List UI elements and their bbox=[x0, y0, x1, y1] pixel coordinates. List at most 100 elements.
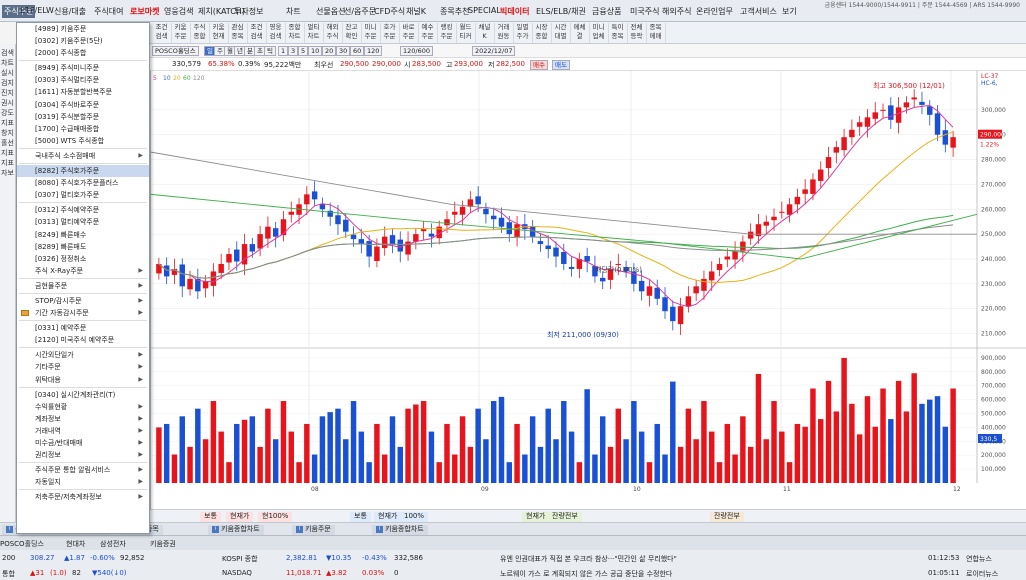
news-headline-2[interactable]: 노르웨이 가스 로 계획되지 않은 가스 공급 중단을 수정한다 bbox=[500, 569, 672, 579]
toolbar-button-21[interactable]: 시간 대별 bbox=[551, 23, 571, 43]
interval-5-button[interactable]: 5 bbox=[298, 46, 309, 56]
menu-item-15[interactable]: 빅데이터 bbox=[500, 6, 529, 17]
buy-button[interactable]: 매수 bbox=[530, 60, 548, 70]
toolbar-button-14[interactable]: 예수 주문 bbox=[418, 23, 438, 43]
menu-item-11[interactable]: CFD주식 bbox=[374, 6, 405, 17]
window-tab-4[interactable]: i 키움주문 bbox=[292, 525, 335, 535]
stock-tab-kiwoom[interactable]: 키움증권 bbox=[150, 539, 176, 549]
toolbar-button-20[interactable]: 시장 종합 bbox=[532, 23, 552, 43]
menu-item-19[interactable]: 해외주식 bbox=[662, 6, 691, 17]
window-tab-5[interactable]: i 키움종합차트 bbox=[372, 525, 428, 535]
dropdown-item-0[interactable]: [4989] 키움주문 bbox=[17, 23, 149, 35]
dropdown-item-33[interactable]: 시간외단일가 ▶ bbox=[17, 349, 149, 361]
left-strip-item-4[interactable]: 진지 bbox=[1, 88, 14, 98]
toolbar-button-6[interactable]: 영웅 검색 bbox=[266, 23, 286, 43]
dropdown-item-14[interactable]: [8282] 주식호가주문 bbox=[17, 165, 149, 178]
menu-item-16[interactable]: ELS/ELB/채권 bbox=[536, 6, 586, 17]
left-strip-item-2[interactable]: 실시 bbox=[1, 68, 14, 78]
toolbar-button-1[interactable]: 키움 주문 bbox=[171, 23, 191, 43]
toolbar-button-5[interactable]: 조건 검색 bbox=[247, 23, 267, 43]
stock-tab-samsung[interactable]: 삼성전자 bbox=[100, 539, 126, 549]
left-strip-item-12[interactable]: 자보 bbox=[1, 168, 14, 178]
dropdown-item-47[interactable]: 저축주문/저축계좌정보 ▶ bbox=[17, 491, 149, 503]
dropdown-item-39[interactable]: 계좌정보 ▶ bbox=[17, 413, 149, 425]
dropdown-item-2[interactable]: [2000] 주식종합 bbox=[17, 47, 149, 59]
interval-60-button[interactable]: 60 bbox=[350, 46, 365, 56]
left-strip-item-9[interactable]: 홀선 bbox=[1, 138, 14, 148]
dropdown-item-18[interactable]: [0312] 주식예약주문 bbox=[17, 204, 149, 216]
menu-item-22[interactable]: 보기 bbox=[782, 6, 797, 17]
dropdown-item-42[interactable]: 권리정보 ▶ bbox=[17, 449, 149, 461]
toolbar-button-25[interactable]: 전체 등락 bbox=[627, 23, 647, 43]
stock-tab-posco[interactable]: POSCO홀딩스 bbox=[0, 539, 44, 549]
dropdown-item-23[interactable]: 주식 X-Ray주문 ▶ bbox=[17, 265, 149, 277]
menu-item-17[interactable]: 금융상품 bbox=[592, 6, 621, 17]
menu-item-3[interactable]: 주식대여 bbox=[94, 6, 123, 17]
dropdown-item-10[interactable]: [5000] WTS 주식종합 bbox=[17, 135, 149, 147]
interval-10-button[interactable]: 10 bbox=[308, 46, 323, 56]
dropdown-item-5[interactable]: [0303] 주식멀티주문 bbox=[17, 74, 149, 86]
interval-20-button[interactable]: 20 bbox=[322, 46, 337, 56]
toolbar-button-15[interactable]: 랭킹 주문 bbox=[437, 23, 457, 43]
menu-item-7[interactable]: 투자정보 bbox=[234, 6, 263, 17]
dropdown-item-21[interactable]: [8289] 빠른매도 bbox=[17, 241, 149, 253]
left-strip-item-11[interactable]: 지표 bbox=[1, 158, 14, 168]
menu-item-10[interactable]: 선/옵주문 bbox=[344, 6, 376, 17]
left-strip-item-8[interactable]: 창지 bbox=[1, 128, 14, 138]
menu-item-14[interactable]: SPECIAL bbox=[468, 6, 501, 15]
dropdown-item-45[interactable]: 자동일지 ▶ bbox=[17, 476, 149, 488]
toolbar-button-23[interactable]: 미니 업체 bbox=[589, 23, 609, 43]
dropdown-item-1[interactable]: [0302] 키움주문(5단) bbox=[17, 35, 149, 47]
menu-item-2[interactable]: 신용/대출 bbox=[54, 6, 86, 17]
dropdown-item-35[interactable]: 위탁대용 ▶ bbox=[17, 374, 149, 386]
dropdown-item-27[interactable]: STOP/감시주문 ▶ bbox=[17, 295, 149, 307]
dropdown-item-31[interactable]: [2120] 미국주식 예약주문 bbox=[17, 334, 149, 346]
toolbar-button-17[interactable]: 채널 K bbox=[475, 23, 495, 43]
dropdown-item-7[interactable]: [0304] 주식바로주문 bbox=[17, 99, 149, 111]
toolbar-button-22[interactable]: 메체 결 bbox=[570, 23, 590, 43]
news-headline-1[interactable]: 유엔 인권대표가 직접 본 우크라 참상···"민간인 삶 무리했다" bbox=[500, 554, 677, 564]
dropdown-item-34[interactable]: 기타주문 ▶ bbox=[17, 361, 149, 373]
toolbar-button-7[interactable]: 종합 차트 bbox=[285, 23, 305, 43]
menu-item-18[interactable]: 미국주식 bbox=[630, 6, 659, 17]
left-strip-item-10[interactable]: 지표 bbox=[1, 148, 14, 158]
toolbar-button-8[interactable]: 멀티 차트 bbox=[304, 23, 324, 43]
interval-3-button[interactable]: 3 bbox=[288, 46, 299, 56]
toolbar-button-0[interactable]: 조건 검색 bbox=[152, 23, 172, 43]
toolbar-button-11[interactable]: 미니 주문 bbox=[361, 23, 381, 43]
left-strip-item-5[interactable]: 권시 bbox=[1, 98, 14, 108]
sell-button[interactable]: 매도 bbox=[552, 60, 570, 70]
toolbar-button-10[interactable]: 잔고 확인 bbox=[342, 23, 362, 43]
toolbar-button-16[interactable]: 월드 티커 bbox=[456, 23, 476, 43]
left-strip-item-0[interactable]: 검색 bbox=[1, 48, 14, 58]
toolbar-button-26[interactable]: 종목 메매 bbox=[646, 23, 666, 43]
menu-item-13[interactable]: 종목추천 bbox=[440, 6, 469, 17]
dropdown-item-6[interactable]: [1611] 자동분할반복주문 bbox=[17, 86, 149, 98]
dropdown-item-19[interactable]: [0313] 멀티예약주문 bbox=[17, 216, 149, 228]
dropdown-item-4[interactable]: [8949] 주식미니주문 bbox=[17, 62, 149, 74]
dropdown-item-16[interactable]: [0307] 멀티호가주문 bbox=[17, 189, 149, 201]
toolbar-button-3[interactable]: 키움 현재 bbox=[209, 23, 229, 43]
left-strip-item-6[interactable]: 강도 bbox=[1, 108, 14, 118]
toolbar-button-4[interactable]: 관심 종목 bbox=[228, 23, 248, 43]
dropdown-item-40[interactable]: 거래내역 ▶ bbox=[17, 425, 149, 437]
menu-item-8[interactable]: 차트 bbox=[286, 6, 301, 17]
dropdown-item-25[interactable]: 금현물주문 ▶ bbox=[17, 280, 149, 292]
toolbar-button-9[interactable]: 해외 주식 bbox=[323, 23, 343, 43]
dropdown-item-28[interactable]: 기간 자동감시주문 ▶ bbox=[17, 307, 149, 319]
dropdown-item-22[interactable]: [0326] 정정취소 bbox=[17, 253, 149, 265]
stock-tab-hyundai[interactable]: 현대차 bbox=[66, 539, 85, 549]
menu-item-21[interactable]: 고객서비스 bbox=[740, 6, 777, 17]
date-input[interactable]: 2022/12/07 bbox=[472, 46, 516, 56]
menu-item-20[interactable]: 온라인업무 bbox=[696, 6, 733, 17]
dropdown-item-20[interactable]: [8249] 빠른매수 bbox=[17, 229, 149, 241]
dropdown-item-41[interactable]: 미수금/반대매매 ▶ bbox=[17, 437, 149, 449]
menu-item-4[interactable]: 로보마켓 bbox=[130, 6, 159, 17]
dropdown-item-38[interactable]: 수익률현황 ▶ bbox=[17, 401, 149, 413]
menu-item-1[interactable]: ETF/ELW bbox=[20, 6, 54, 15]
toolbar-button-18[interactable]: 거래 원동 bbox=[494, 23, 514, 43]
left-strip-item-3[interactable]: 검지 bbox=[1, 78, 14, 88]
window-tab-3[interactable]: i 키움종합차트 bbox=[208, 525, 264, 535]
toolbar-button-12[interactable]: 호가 주문 bbox=[380, 23, 400, 43]
toolbar-button-13[interactable]: 바로 주문 bbox=[399, 23, 419, 43]
